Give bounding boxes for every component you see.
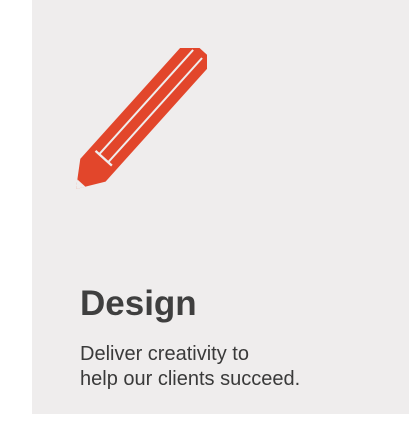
card-description: Deliver creativity to help our clients s… [80, 342, 300, 392]
pencil-icon [72, 38, 215, 193]
description-line: help our clients succeed. [80, 368, 301, 390]
card-title: Design [80, 284, 197, 323]
service-card: Design Deliver creativity to help our cl… [32, 0, 409, 414]
description-line: Deliver creativity to [80, 343, 249, 365]
